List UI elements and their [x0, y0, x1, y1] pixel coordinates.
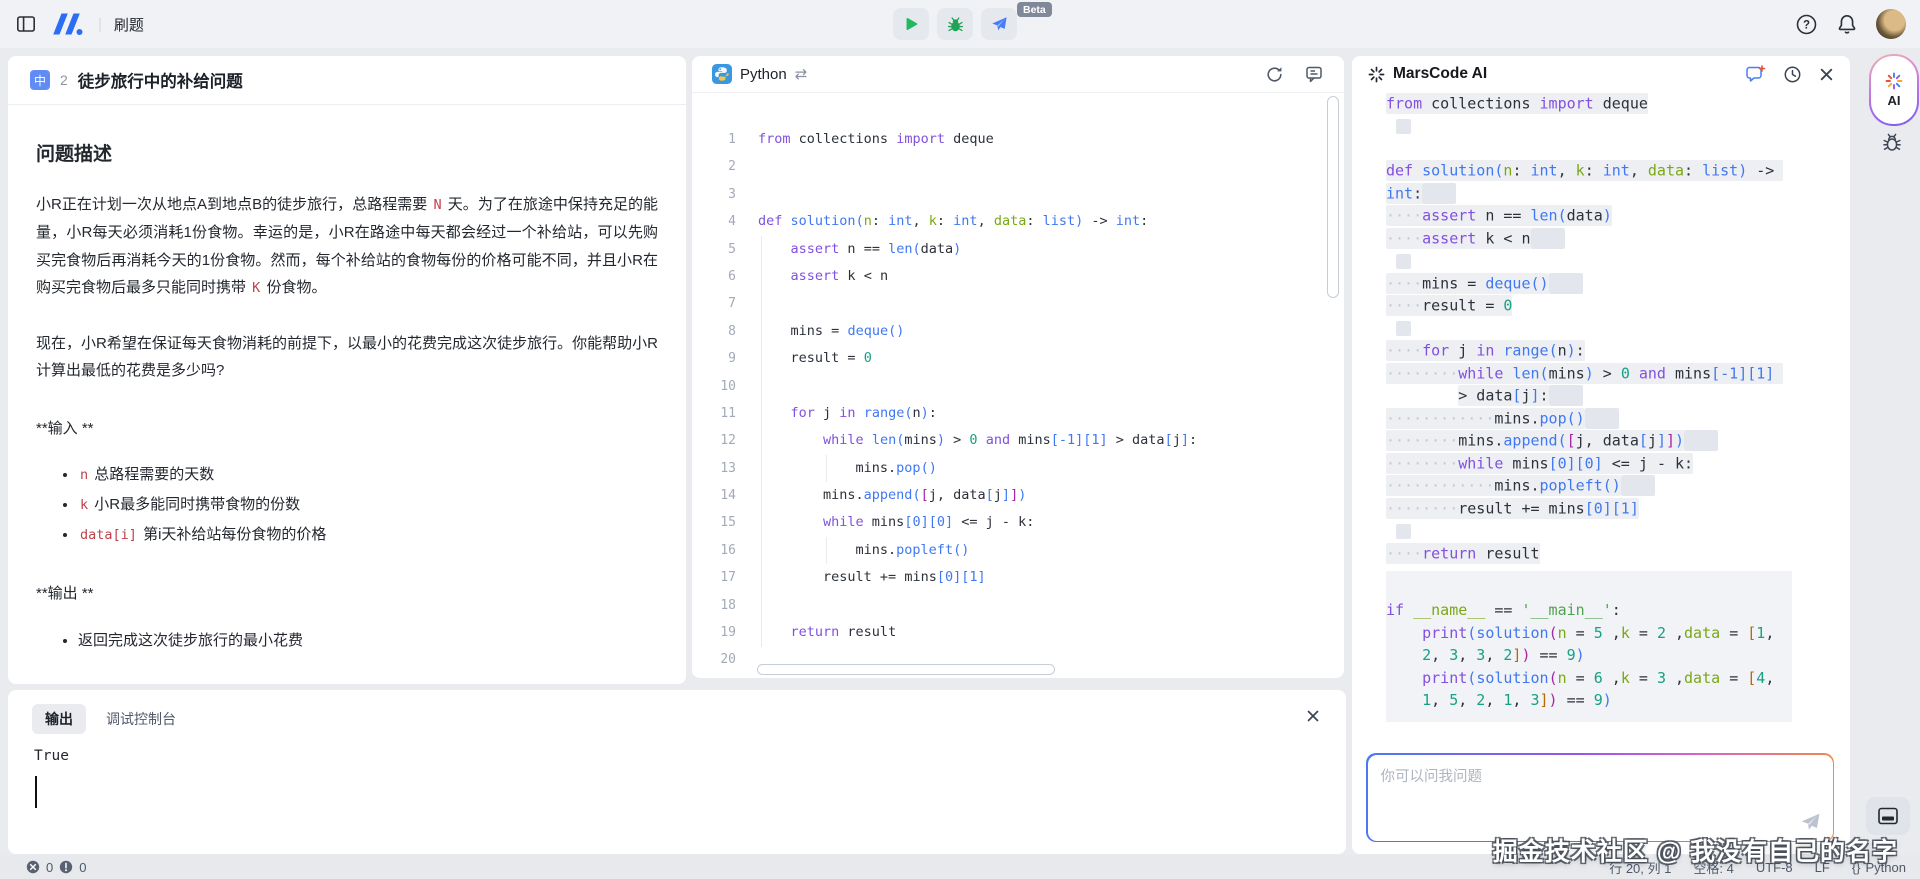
new-chat-icon[interactable] [1745, 64, 1766, 85]
description-paragraph: 现在，小R希望在保证每天食物消耗的前提下，以最小的花费完成这次徒步旅行。你能帮助… [36, 334, 658, 380]
ai-header: MarsCode AI [1352, 56, 1850, 92]
run-controls: Beta [893, 2, 1052, 40]
error-count: 0 [46, 859, 54, 875]
history-icon[interactable] [1783, 65, 1802, 84]
language-label: Python [740, 65, 787, 83]
bell-icon[interactable] [1836, 13, 1858, 36]
bug-icon [947, 16, 964, 33]
ai-panel-title: MarsCode AI [1393, 65, 1488, 82]
top-bar-right: ? [1795, 0, 1906, 48]
chat-input-border: 你可以问我问题 [1366, 753, 1834, 842]
problem-header: 中 2 徒步旅行中的补给问题 [8, 56, 686, 105]
send-icon[interactable] [1799, 811, 1821, 833]
ai-sidebar-button[interactable]: AI [1869, 54, 1919, 126]
problem-panel: 中 2 徒步旅行中的补给问题 问题描述 小R正在计划一次从地点A到地点B的徒步旅… [8, 56, 686, 684]
ai-code-diff: from collections import deque def solutio… [1386, 92, 1784, 564]
sidebar-toggle-icon[interactable] [16, 14, 36, 34]
editor-hscroll-track [754, 660, 1330, 678]
marscode-logo-icon[interactable] [48, 11, 86, 37]
close-output-icon[interactable] [1306, 709, 1320, 723]
editor-vertical-scrollbar[interactable] [1327, 96, 1339, 298]
debug-tool-icon[interactable] [1881, 132, 1903, 154]
ai-code-block: if __name__ == '__main__': print(solutio… [1386, 570, 1792, 722]
indent-guide [761, 236, 762, 647]
paper-plane-icon [990, 15, 1008, 33]
keyboard-button[interactable] [1866, 797, 1910, 835]
editor-horizontal-scrollbar[interactable] [757, 664, 1055, 675]
status-bar-right: 行 20, 列 1 空格: 4 UTF-8 LF {} Python [1609, 858, 1920, 877]
output-label: **输出 ** [36, 585, 94, 602]
beta-badge: Beta [1017, 2, 1052, 17]
problems-summary[interactable]: 0 0 [0, 860, 86, 875]
code-editor[interactable]: 1 2 3 4 5 6 7 8 9 10 11 12 13 14 15 16 17 18 19 20 from col… [692, 92, 1344, 678]
braces-icon: {} [1851, 859, 1861, 875]
output-result: True [34, 748, 69, 764]
problem-title: 徒步旅行中的补给问题 [77, 73, 243, 91]
editor-header: Python ⇄ [692, 56, 1344, 93]
submit-button[interactable] [981, 8, 1017, 40]
close-ai-icon[interactable] [1819, 67, 1834, 82]
reset-code-icon[interactable] [1265, 65, 1284, 84]
divider: | [98, 15, 102, 33]
output-list: 返回完成这次徒步旅行的最小花费 [36, 626, 658, 656]
avatar[interactable] [1876, 9, 1906, 39]
code-editor-panel: Python ⇄ 1 2 3 4 5 6 7 8 9 10 11 12 13 14 15 16 17 18 19 20… [692, 56, 1344, 678]
problem-number: 2 [60, 72, 68, 88]
editor-code[interactable]: from collections import deque def solutio… [752, 92, 1197, 678]
app: | 刷题 Beta ? 中 2 徒步旅行中的补给问题 问题描述 小R正在计划一次… [0, 0, 1920, 879]
help-icon[interactable]: ? [1795, 13, 1818, 36]
top-bar-left: | 刷题 [16, 0, 144, 48]
description-heading: 问题描述 [36, 144, 113, 165]
status-bar: 0 0 行 20, 列 1 空格: 4 UTF-8 LF {} Python [0, 855, 1920, 879]
language-mode[interactable]: {} Python [1852, 860, 1906, 875]
editor-gutter: 1 2 3 4 5 6 7 8 9 10 11 12 13 14 15 16 17 18 19 20 [720, 132, 736, 668]
format-code-icon[interactable] [1304, 64, 1324, 84]
tab-debug-console[interactable]: 调试控制台 [106, 709, 176, 729]
encoding[interactable]: UTF-8 [1756, 860, 1793, 875]
eol-sequence[interactable]: LF [1815, 860, 1830, 875]
cursor-position[interactable]: 行 20, 列 1 [1609, 858, 1671, 877]
problem-description: 问题描述 小R正在计划一次从地点A到地点B的徒步旅行，总路程需要 N 天。为了在… [8, 105, 686, 684]
warning-icon [60, 860, 73, 874]
debug-button[interactable] [937, 8, 973, 40]
run-button[interactable] [893, 8, 929, 40]
error-icon [26, 860, 40, 874]
marscode-ai-panel: MarsCode AI from collections import dequ… [1352, 56, 1850, 854]
chat-placeholder: 你可以问我问题 [1380, 768, 1483, 785]
terminal-cursor [35, 776, 37, 808]
indentation[interactable]: 空格: 4 [1693, 858, 1733, 877]
ai-chat-content: from collections import deque def solutio… [1386, 92, 1792, 738]
chat-input[interactable]: 你可以问我问题 [1367, 754, 1833, 841]
top-bar: | 刷题 Beta ? [0, 0, 1920, 48]
warning-count: 0 [79, 859, 87, 875]
nav-item-practice[interactable]: 刷题 [114, 14, 144, 35]
svg-text:?: ? [1803, 19, 1810, 31]
output-tabs: 输出 调试控制台 [8, 690, 1346, 734]
output-panel: 输出 调试控制台 True [8, 690, 1346, 854]
run-icon [903, 16, 919, 32]
difficulty-badge: 中 [30, 70, 50, 90]
ai-pill-label: AI [1887, 93, 1901, 108]
description-paragraph: 小R正在计划一次从地点A到地点B的徒步旅行，总路程需要 N 天。为了在旅途中保持… [36, 195, 659, 297]
indent-guide [826, 537, 827, 564]
language-switch-icon[interactable]: ⇄ [795, 65, 808, 83]
sparkle-icon [1368, 66, 1385, 83]
python-icon [712, 64, 732, 84]
indent-guide [826, 455, 827, 482]
input-list: n 总路程需要的天数k 小R最多能同时携带食物的份数data[i] 第i天补给站… [36, 460, 658, 550]
input-label: **输入 ** [36, 419, 94, 437]
tab-output[interactable]: 输出 [32, 704, 86, 734]
